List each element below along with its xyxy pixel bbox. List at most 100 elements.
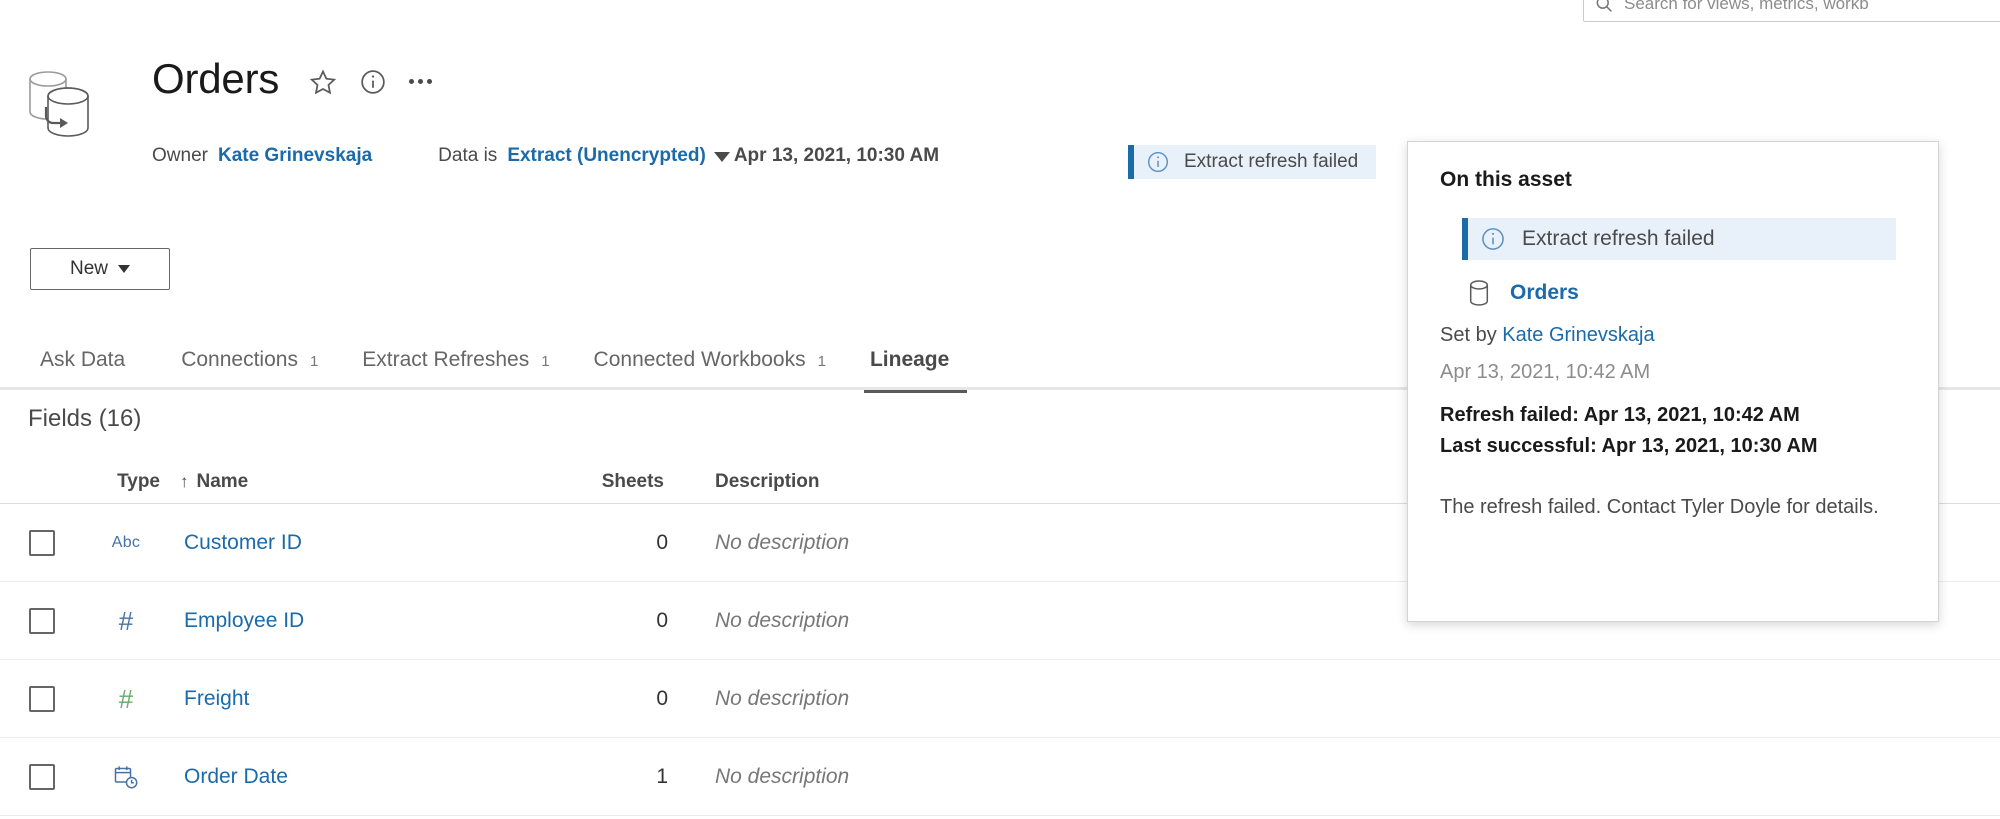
title-row: Orders [152, 55, 432, 103]
popover-asset-row[interactable]: Orders [1466, 278, 1906, 308]
field-description: No description [715, 687, 849, 710]
popover-alert[interactable]: Extract refresh failed [1462, 218, 1896, 260]
row-checkbox-cell [0, 530, 84, 556]
sheets-count: 1 [656, 765, 668, 788]
row-sheets-cell: 0 [568, 687, 668, 711]
data-is-label: Data is [438, 145, 497, 167]
field-name-link[interactable]: Freight [184, 687, 249, 710]
tab-label: Ask Data [40, 340, 125, 380]
field-name-link[interactable]: Employee ID [184, 609, 304, 632]
table-row[interactable]: # Freight 0 No description [0, 660, 2000, 738]
popover-asset-name[interactable]: Orders [1510, 281, 1579, 305]
fields-section-title: Fields (16) [28, 405, 141, 433]
row-checkbox[interactable] [29, 686, 55, 712]
popover-alert-text: Extract refresh failed [1522, 227, 1715, 251]
popover-refresh-details: Refresh failed: Apr 13, 2021, 10:42 AM L… [1440, 400, 1906, 462]
global-topbar: Search for views, metrics, workb [0, 0, 2000, 30]
page-title: Orders [152, 55, 279, 103]
row-checkbox-cell [0, 764, 84, 790]
sheets-count: 0 [656, 687, 668, 710]
tab-label: Connections [181, 340, 298, 380]
ellipsis-icon[interactable] [409, 68, 432, 96]
popover-title: On this asset [1440, 168, 1906, 192]
tab-count: 1 [310, 353, 318, 370]
row-type-cell: Abc [84, 534, 168, 552]
on-this-asset-popover: On this asset Extract refresh failed Ord… [1407, 141, 1939, 622]
global-search-input[interactable]: Search for views, metrics, workb [1583, 0, 2000, 22]
field-name-link[interactable]: Order Date [184, 765, 288, 788]
title-actions [309, 68, 432, 96]
row-description-cell: No description [668, 531, 1128, 555]
row-sheets-cell: 0 [568, 531, 668, 555]
abc-type-icon: Abc [112, 534, 140, 552]
row-name-cell: Freight [168, 687, 568, 711]
chevron-down-icon[interactable] [714, 152, 730, 162]
row-name-cell: Order Date [168, 765, 568, 789]
info-circle-icon[interactable] [359, 68, 387, 96]
search-placeholder: Search for views, metrics, workb [1624, 0, 1869, 14]
number-type-icon-green: # [119, 686, 133, 712]
row-checkbox-cell [0, 686, 84, 712]
row-type-cell: # [84, 608, 168, 634]
row-checkbox[interactable] [29, 530, 55, 556]
row-name-cell: Customer ID [168, 531, 568, 555]
sheets-count: 0 [656, 531, 668, 554]
row-type-cell: # [84, 686, 168, 712]
column-header-description[interactable]: Description [668, 471, 1128, 493]
tab-label: Extract Refreshes [362, 340, 529, 380]
field-name-link[interactable]: Customer ID [184, 531, 302, 554]
row-sheets-cell: 0 [568, 609, 668, 633]
sort-ascending-icon: ↑ [180, 472, 189, 492]
number-type-icon: # [119, 608, 133, 634]
row-checkbox[interactable] [29, 764, 55, 790]
tab-ask-data[interactable]: Ask Data [18, 340, 159, 390]
tab-connected-workbooks[interactable]: Connected Workbooks 1 [572, 340, 848, 390]
field-description: No description [715, 531, 849, 554]
column-header-name-label: Name [197, 471, 249, 493]
field-description: No description [715, 609, 849, 632]
popover-set-by: Set by Kate Grinevskaja [1440, 324, 1906, 347]
row-sheets-cell: 1 [568, 765, 668, 789]
tab-extract-refreshes[interactable]: Extract Refreshes 1 [340, 340, 571, 390]
row-checkbox[interactable] [29, 608, 55, 634]
column-header-sheets[interactable]: Sheets [568, 471, 668, 493]
info-circle-icon [1480, 226, 1506, 252]
new-button-label: New [70, 258, 108, 280]
data-source-cylinder-icon [1466, 278, 1492, 308]
sheets-count: 0 [656, 609, 668, 632]
status-banner[interactable]: Extract refresh failed [1128, 145, 1376, 179]
row-checkbox-cell [0, 608, 84, 634]
extract-data-source-icon [22, 62, 94, 140]
row-description-cell: No description [668, 687, 1128, 711]
tab-count: 1 [541, 353, 549, 370]
column-header-name[interactable]: ↑ Name [168, 471, 568, 493]
tab-label: Lineage [870, 340, 949, 380]
tab-lineage[interactable]: Lineage [848, 340, 983, 390]
set-by-user-link[interactable]: Kate Grinevskaja [1502, 324, 1654, 346]
column-header-type[interactable]: Type [84, 471, 168, 493]
chevron-down-icon [118, 265, 130, 273]
asset-meta: Owner Kate Grinevskaja Data is Extract (… [152, 145, 939, 167]
table-row[interactable]: Order Date 1 No description [0, 738, 2000, 816]
set-by-label: Set by [1440, 324, 1497, 346]
page-root: Search for views, metrics, workb Orders [0, 0, 2000, 819]
info-circle-icon [1146, 150, 1170, 174]
tab-label: Connected Workbooks [594, 340, 806, 380]
row-description-cell: No description [668, 765, 1128, 789]
status-banner-text: Extract refresh failed [1184, 151, 1358, 173]
star-icon[interactable] [309, 68, 337, 96]
search-icon [1594, 0, 1614, 14]
date-time-type-icon [113, 764, 139, 790]
owner-link[interactable]: Kate Grinevskaja [218, 145, 372, 167]
data-is-date: Apr 13, 2021, 10:30 AM [734, 145, 939, 167]
refresh-failed-line: Refresh failed: Apr 13, 2021, 10:42 AM [1440, 400, 1906, 431]
popover-timestamp: Apr 13, 2021, 10:42 AM [1440, 361, 1906, 384]
popover-body-text: The refresh failed. Contact Tyler Doyle … [1440, 492, 1906, 522]
data-is-value-link[interactable]: Extract (Unencrypted) [507, 145, 706, 167]
row-type-cell [84, 764, 168, 790]
tab-connections[interactable]: Connections 1 [159, 340, 340, 390]
tab-count: 1 [818, 353, 826, 370]
last-successful-line: Last successful: Apr 13, 2021, 10:30 AM [1440, 431, 1906, 462]
new-button[interactable]: New [30, 248, 170, 290]
field-description: No description [715, 765, 849, 788]
